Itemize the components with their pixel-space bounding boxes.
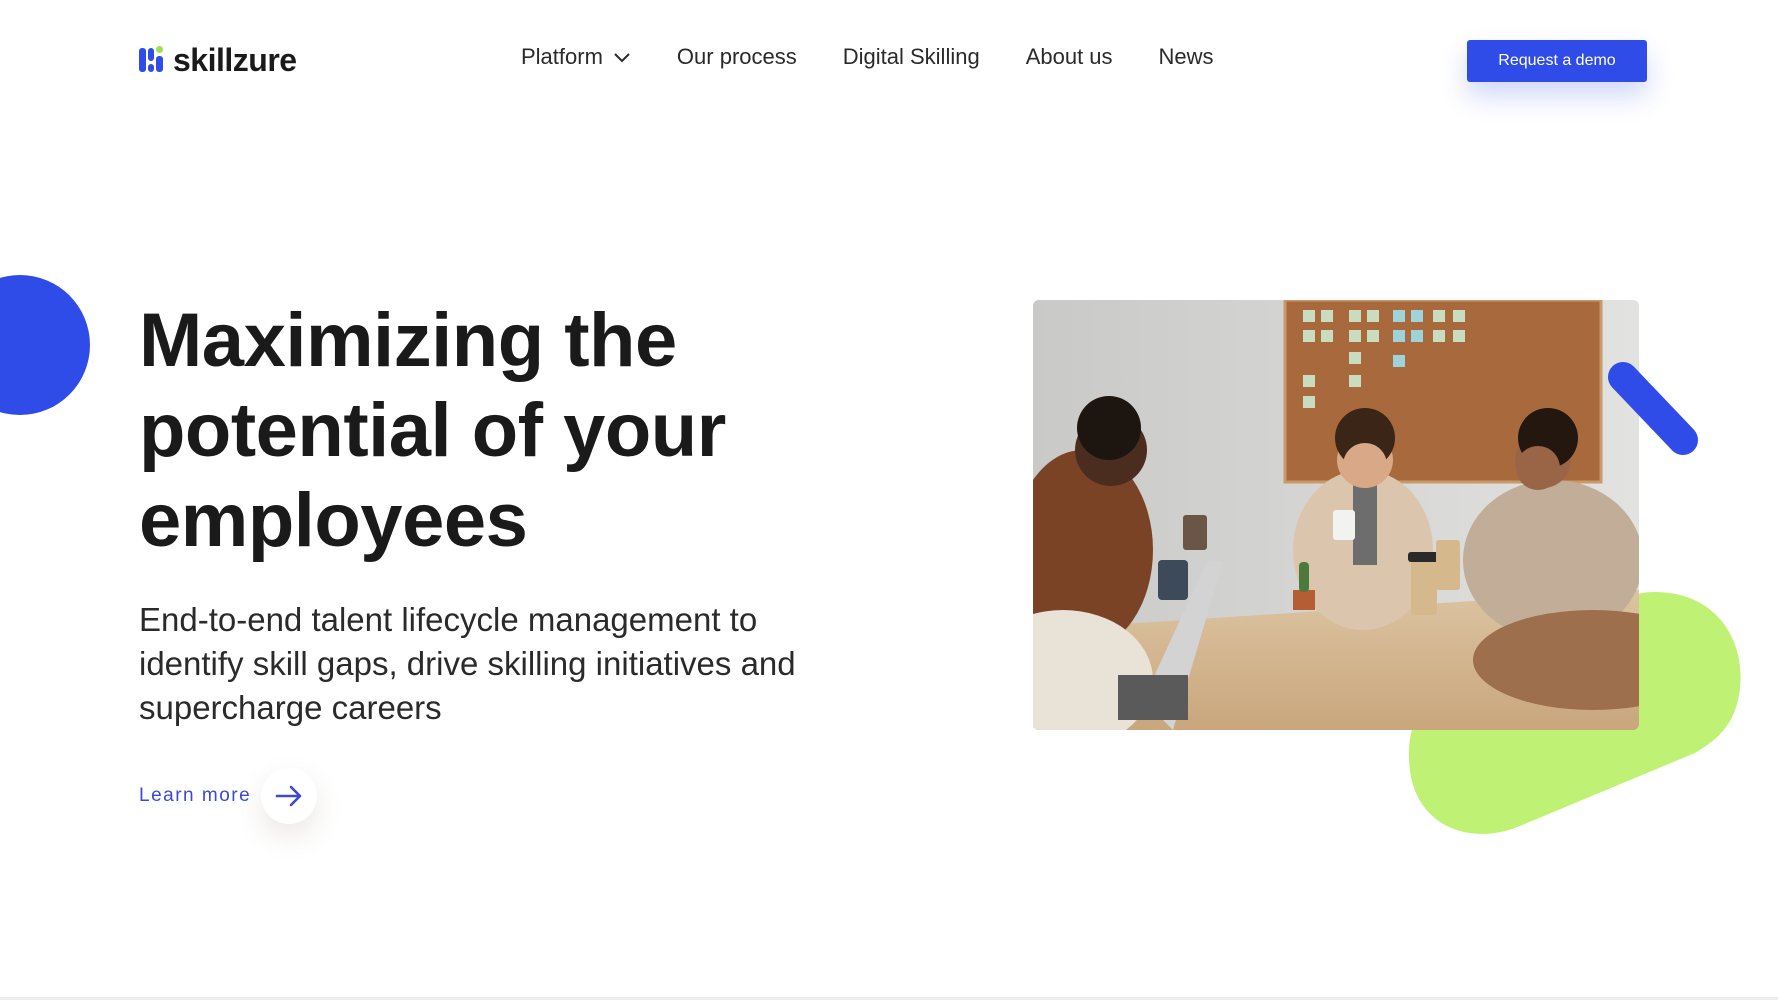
chevron-down-icon bbox=[614, 53, 630, 63]
team-meeting-photo bbox=[1033, 300, 1639, 730]
decorative-blue-circle bbox=[0, 275, 90, 415]
nav-item-digital-skilling[interactable]: Digital Skilling bbox=[843, 44, 980, 70]
nav-item-our-process[interactable]: Our process bbox=[677, 44, 797, 70]
brand-logo[interactable]: skillzure bbox=[139, 44, 297, 76]
learn-more-arrow-button[interactable] bbox=[261, 768, 318, 824]
decorative-blue-pill bbox=[1608, 362, 1698, 455]
arrow-right-icon bbox=[275, 785, 302, 807]
logo-icon bbox=[139, 46, 165, 74]
nav-item-label: Platform bbox=[521, 44, 603, 69]
site-header: skillzure Platform Our process Digital S… bbox=[0, 0, 1778, 120]
nav-item-about-us[interactable]: About us bbox=[1026, 44, 1113, 70]
nav-item-news[interactable]: News bbox=[1159, 44, 1214, 70]
learn-more-link[interactable]: Learn more bbox=[139, 768, 318, 824]
hero-title: Maximizing the potential of your employe… bbox=[139, 298, 726, 563]
nav-item-platform[interactable]: Platform bbox=[521, 44, 631, 70]
main-nav: Platform Our process Digital Skilling Ab… bbox=[521, 44, 1260, 70]
nav-item-label: About us bbox=[1025, 44, 1113, 69]
nav-item-label: Our process bbox=[676, 44, 797, 69]
hero-image bbox=[1033, 300, 1639, 730]
hero-subtitle: End-to-end talent lifecycle management t… bbox=[139, 601, 796, 726]
nav-item-label: Digital Skilling bbox=[842, 44, 980, 69]
brand-name: skillzure bbox=[173, 42, 297, 78]
learn-more-label: Learn more bbox=[139, 785, 252, 806]
nav-item-label: News bbox=[1158, 44, 1214, 69]
request-demo-button[interactable]: Request a demo bbox=[1467, 40, 1647, 82]
